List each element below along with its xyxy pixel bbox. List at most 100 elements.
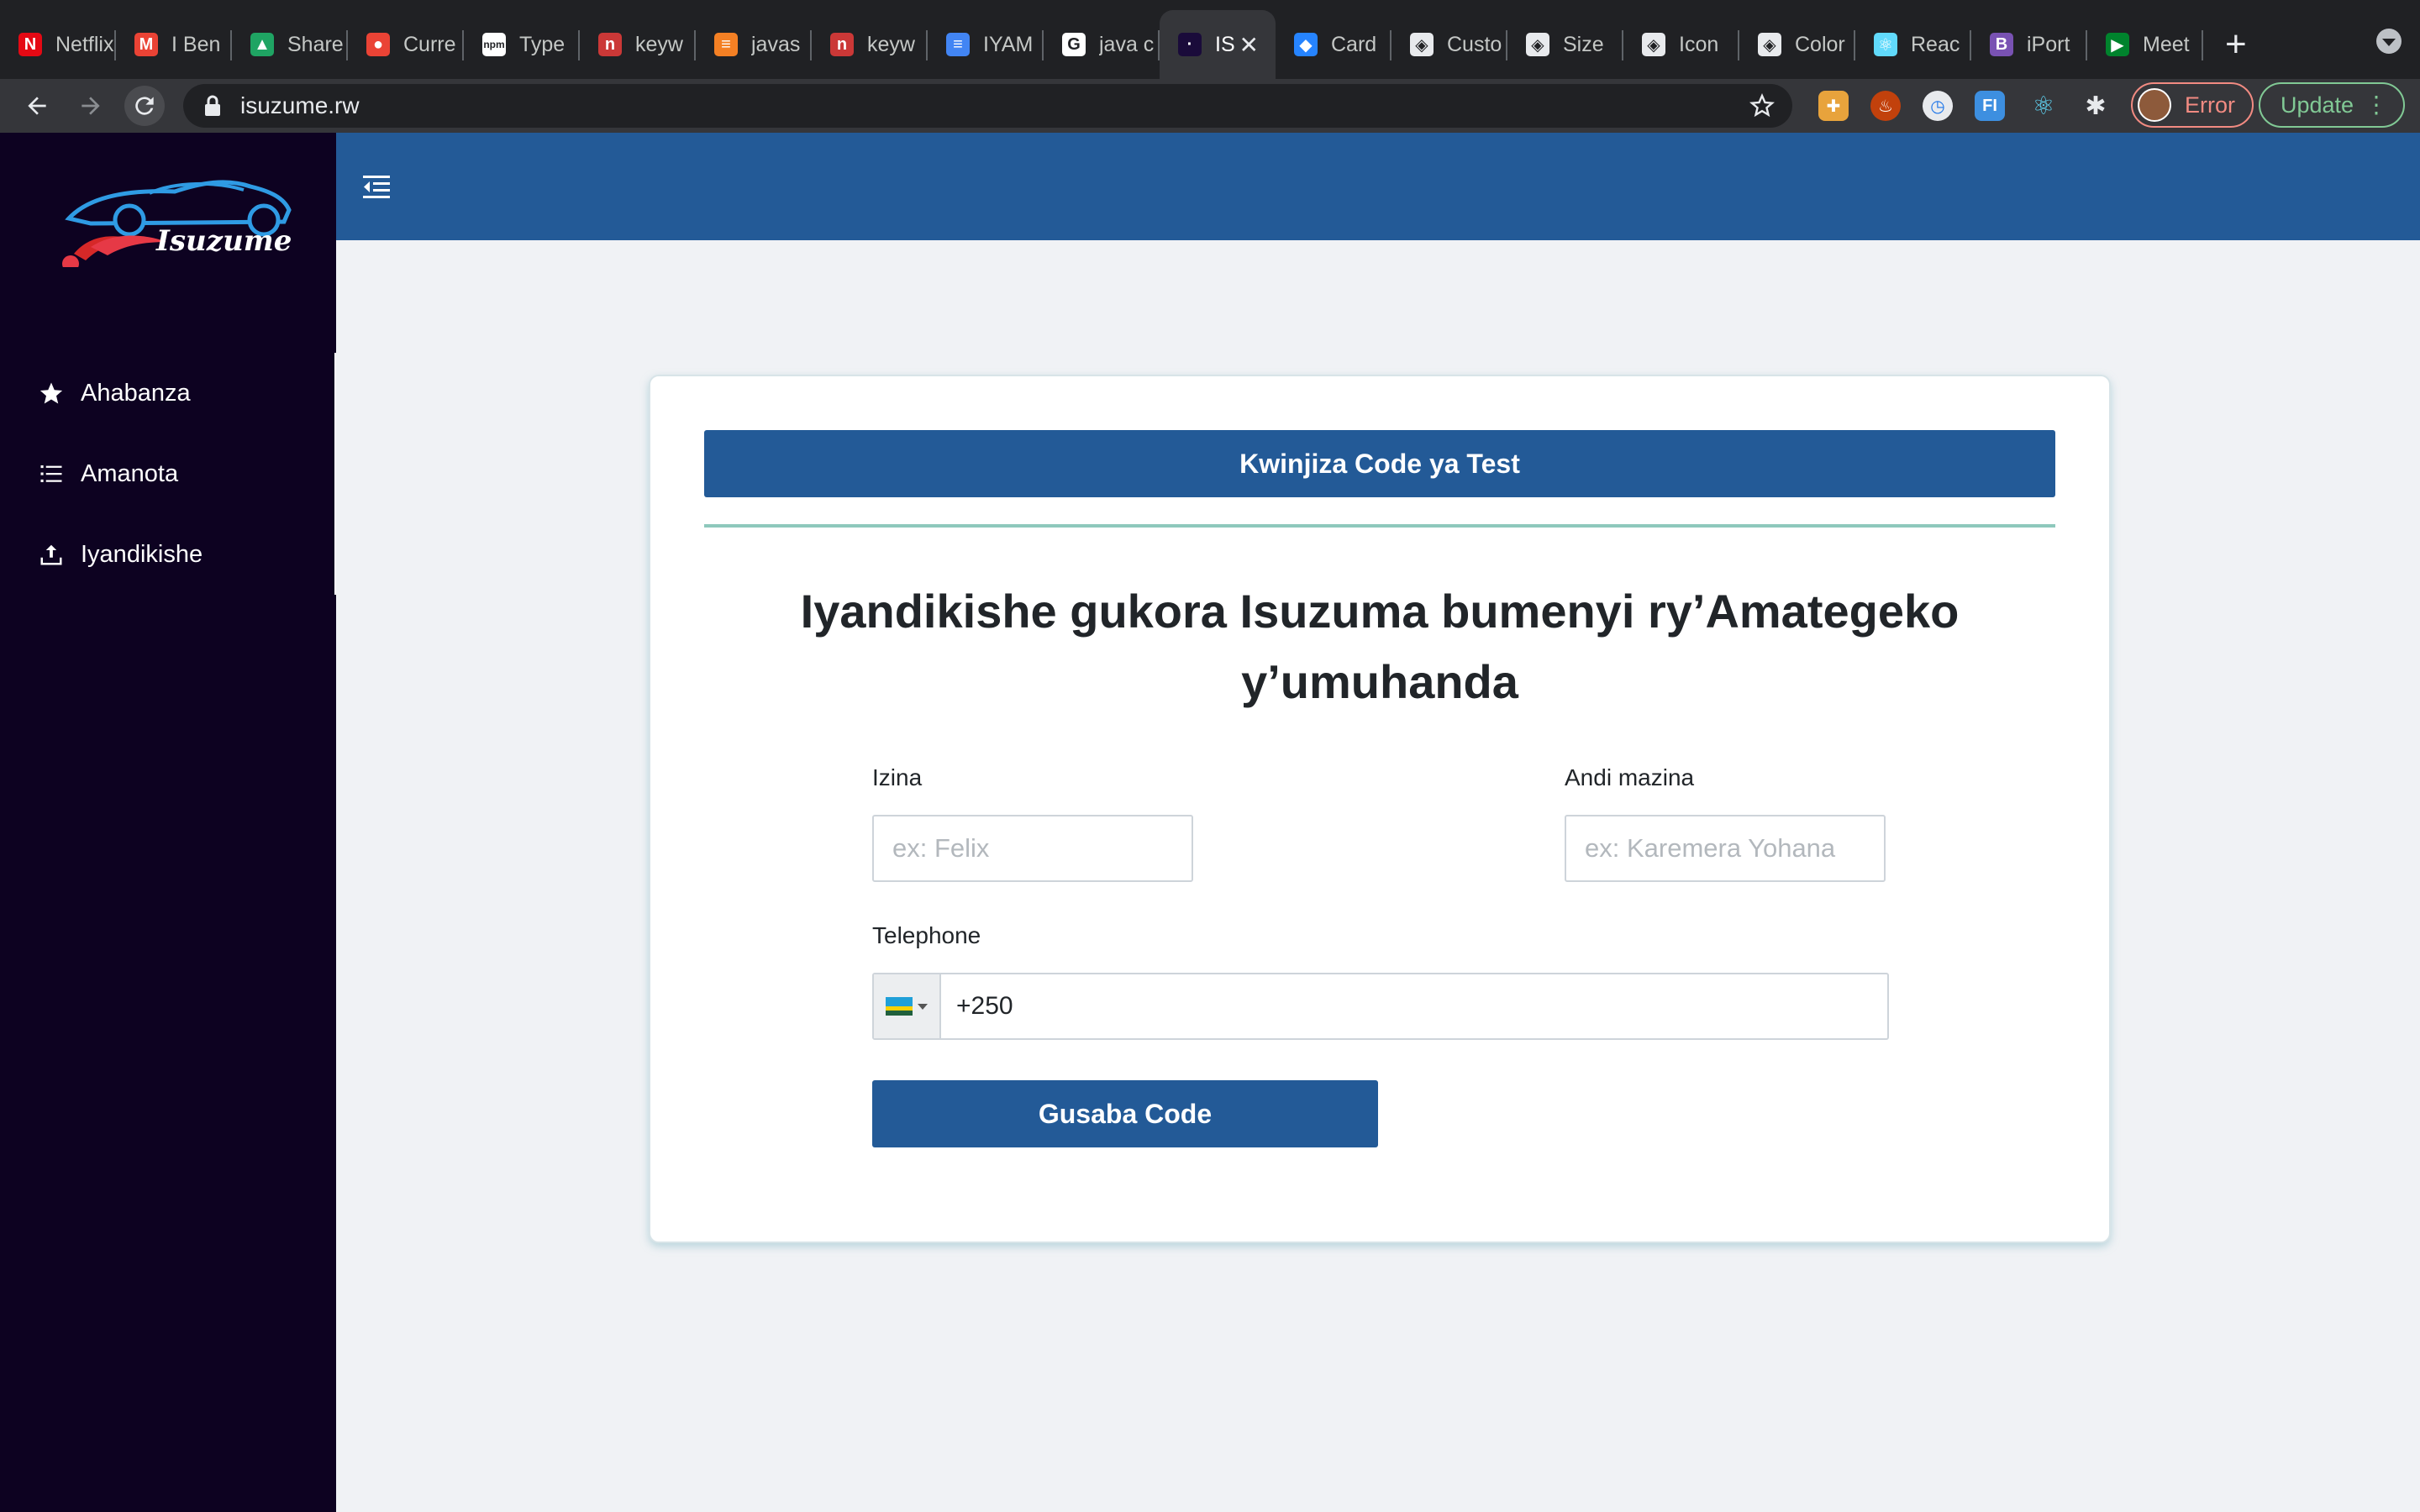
tab-title: IYAM [983, 32, 1034, 56]
update-button[interactable]: Update ⋮ [2259, 82, 2405, 128]
npm-icon: npm [482, 33, 506, 56]
last-name-input[interactable] [1565, 815, 1886, 882]
tab-title: Reac [1911, 32, 1960, 56]
tab-list: N Netflix M I Ben ▲ Share ● Curre npm Type n keyw ≡ j… [0, 10, 2203, 79]
extension-react-icon[interactable]: ⚛ [2028, 91, 2059, 121]
url-text: isuzume.rw [240, 92, 360, 118]
chevron-down-icon [918, 1003, 928, 1010]
upload-icon [39, 542, 64, 567]
close-tab-icon[interactable]: ✕ [1239, 31, 1259, 59]
profile-button[interactable]: Error [2131, 82, 2254, 128]
browser-tab[interactable]: ◈ Size [1507, 10, 1623, 79]
sidebar-item-ahabanza[interactable]: Ahabanza [0, 353, 334, 433]
browser-tab[interactable]: ● Curre [348, 10, 464, 79]
gmail-icon: M [134, 33, 158, 56]
back-button[interactable] [17, 86, 57, 126]
codesandbox-icon: ◈ [1758, 33, 1781, 56]
tab-search-icon[interactable] [2376, 29, 2402, 54]
page-title: Iyandikishe gukora Isuzuma bumenyi ry’Am… [800, 585, 1960, 708]
netflix-icon: N [18, 33, 42, 56]
sidebar: Isuzume Ahabanza Amanota Iyandikishe [0, 133, 336, 1512]
country-selector[interactable] [874, 974, 941, 1038]
tab-title: iPort [2027, 32, 2070, 56]
codesandbox-icon: ◈ [1410, 33, 1434, 56]
logo-text: Isuzume [155, 224, 292, 258]
forward-button[interactable] [71, 86, 111, 126]
profile-status: Error [2185, 92, 2235, 118]
browser-tab[interactable]: ◈ Custo [1392, 10, 1507, 79]
browser-tab-strip: N Netflix M I Ben ▲ Share ● Curre npm Type n keyw ≡ j… [0, 0, 2420, 79]
telephone-input[interactable]: +250 [941, 992, 1013, 1021]
npm-red-icon: n [830, 33, 854, 56]
isuzume-icon: · [1178, 33, 1202, 56]
react-icon: ⚛ [1874, 33, 1897, 56]
browser-tab[interactable]: ▲ Share [232, 10, 348, 79]
browser-tab[interactable]: Gjava c [1044, 10, 1160, 79]
telephone-label: Telephone [872, 922, 981, 948]
app-header [336, 133, 2420, 240]
tab-title: keyw [867, 32, 915, 56]
tab-title: keyw [635, 32, 683, 56]
sidebar-item-label: Iyandikishe [81, 540, 203, 568]
browser-tab[interactable]: n keyw [580, 10, 696, 79]
browser-tab[interactable]: ⚛ Reac [1855, 10, 1971, 79]
tab-title: Color [1795, 32, 1845, 56]
request-code-button[interactable]: Gusaba Code [872, 1080, 1378, 1147]
extension-plus-icon[interactable]: ✚ [1818, 91, 1849, 121]
tab-title: Icon [1679, 32, 1719, 56]
extension-fire-icon[interactable]: ♨ [1870, 91, 1901, 121]
sidebar-item-label: Ahabanza [81, 379, 191, 407]
arrow-right-icon [82, 97, 100, 115]
maps-icon: ● [366, 33, 390, 56]
browser-tab[interactable]: ◆ Card [1276, 10, 1392, 79]
codesandbox-icon: ◈ [1526, 33, 1549, 56]
sidebar-item-iyandikishe[interactable]: Iyandikishe [0, 514, 334, 595]
browser-tab[interactable]: ≡ javas [696, 10, 812, 79]
browser-tab[interactable]: N Netflix [0, 10, 116, 79]
jira-icon: ◆ [1294, 33, 1318, 56]
npm-red-icon: n [598, 33, 622, 56]
reload-button[interactable] [124, 86, 165, 126]
tab-title: Custo [1447, 32, 1502, 56]
tab-title: Type [519, 32, 566, 56]
lock-icon [205, 95, 220, 116]
tab-title: Card [1331, 32, 1377, 56]
browser-tab[interactable]: ▶ Meet [2087, 10, 2203, 79]
extensions-puzzle-icon[interactable]: ✱ [2081, 91, 2111, 121]
browser-tab[interactable]: n keyw [812, 10, 928, 79]
browser-tab[interactable]: BiPort [1971, 10, 2087, 79]
update-label: Update [2281, 92, 2354, 118]
browser-tab[interactable]: M I Ben [116, 10, 232, 79]
browser-tab[interactable]: ◈ Icon [1623, 10, 1739, 79]
card-header: Kwinjiza Code ya Test [704, 430, 2055, 497]
more-vert-icon[interactable]: ⋮ [2365, 93, 2388, 117]
rwanda-flag-icon [886, 997, 913, 1016]
browser-tab[interactable]: ◈ Color [1739, 10, 1855, 79]
new-tab-button[interactable]: + [2203, 10, 2269, 79]
isuzume-logo[interactable]: Isuzume [57, 166, 301, 267]
drive-icon: ▲ [250, 33, 274, 56]
first-name-input[interactable] [872, 815, 1193, 882]
browser-tab[interactable]: · IS ✕ [1160, 10, 1276, 79]
docs-icon: ≡ [946, 33, 970, 56]
sidebar-item-amanota[interactable]: Amanota [0, 433, 334, 514]
extension-clock-icon[interactable]: ◷ [1923, 91, 1953, 121]
browser-tab[interactable]: npm Type [464, 10, 580, 79]
last-name-label: Andi mazina [1565, 764, 1695, 790]
bootstrap-icon: B [1990, 33, 2013, 56]
stackoverflow-icon: ≡ [714, 33, 738, 56]
meet-icon: ▶ [2106, 33, 2129, 56]
browser-tab[interactable]: ≡ IYAM [928, 10, 1044, 79]
tab-title: I Ben [171, 32, 221, 56]
star-icon [39, 381, 64, 406]
menu-collapse-icon[interactable] [361, 173, 392, 200]
telephone-field: +250 [872, 973, 1889, 1040]
extension-fi-icon[interactable]: FI [1975, 91, 2005, 121]
first-name-label: Izina [872, 764, 923, 790]
arrow-left-icon [28, 97, 46, 115]
avatar [2138, 88, 2171, 122]
address-bar[interactable]: isuzume.rw [183, 84, 1792, 128]
bookmark-star-icon[interactable] [1749, 92, 1776, 119]
divider [704, 524, 2055, 528]
browser-toolbar: isuzume.rw ✚ ♨ ◷ FI ⚛ ✱ Error Update ⋮ [0, 79, 2420, 133]
